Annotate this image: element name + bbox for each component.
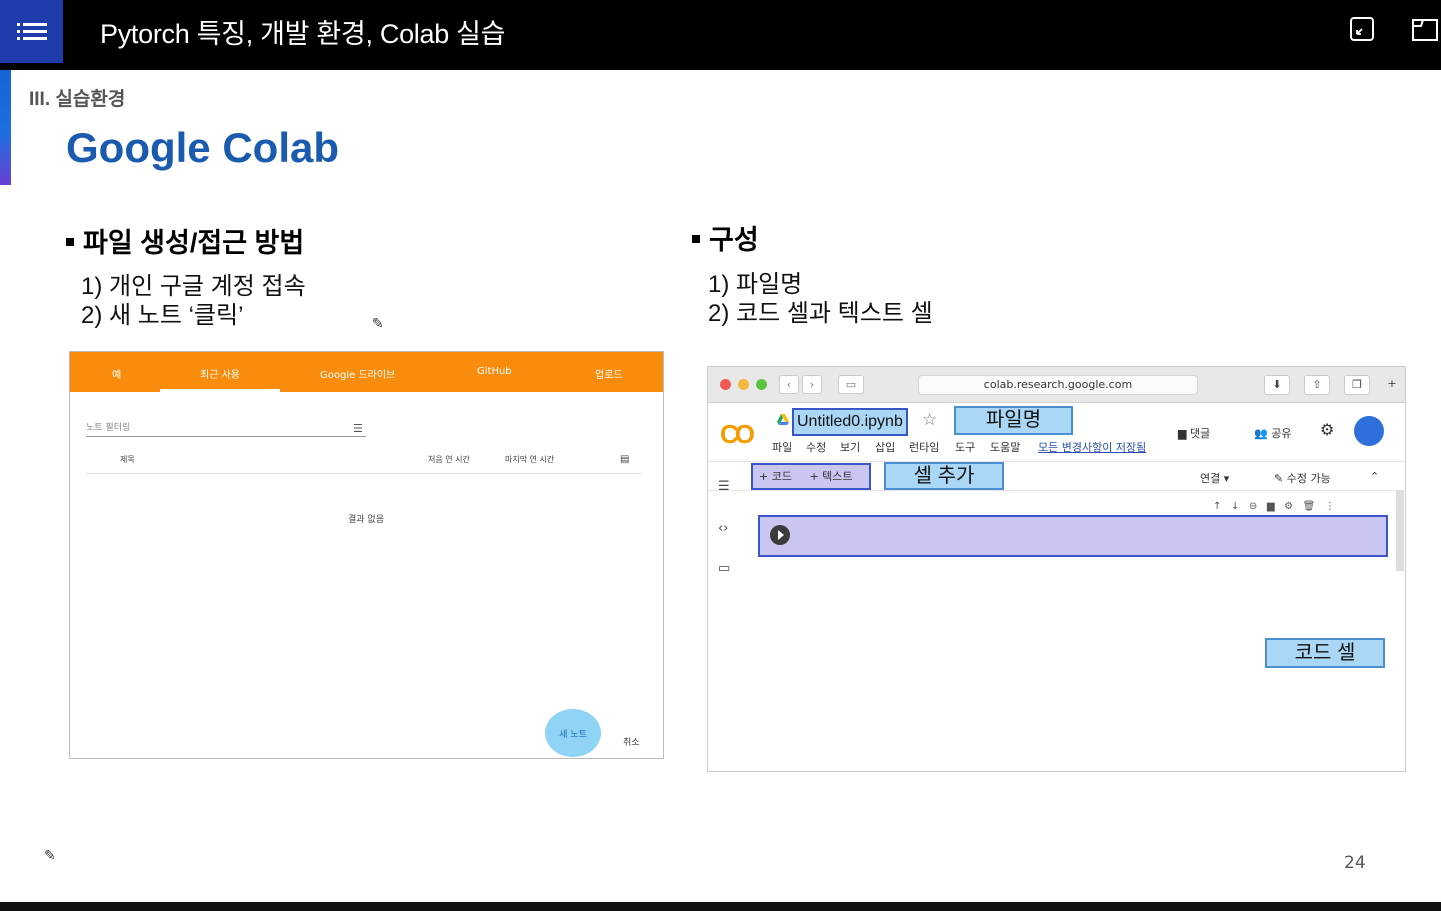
connect-button[interactable]: 연결 ▾: [1200, 470, 1229, 486]
filter-icon[interactable]: ☰: [353, 422, 363, 435]
more-icon[interactable]: ⋮: [1325, 501, 1335, 512]
forward-button[interactable]: ›: [802, 375, 822, 394]
avatar[interactable]: [1354, 416, 1384, 446]
list-menu-button[interactable]: [0, 0, 63, 63]
editable-toggle[interactable]: ✎ 수정 가능: [1274, 470, 1331, 486]
left-heading: 파일 생성/접근 방법: [66, 221, 304, 260]
accent-bar: [0, 70, 11, 185]
right-heading: 구성: [692, 218, 759, 257]
scrollbar[interactable]: [1396, 491, 1404, 571]
back-button[interactable]: ‹: [779, 375, 799, 394]
presentation-title: Pytorch 특징, 개발 환경, Colab 실습: [100, 19, 506, 49]
list-icon: [16, 22, 47, 40]
bullet-square-icon: [692, 234, 700, 243]
trash-icon[interactable]: 🗑: [1303, 501, 1316, 512]
add-cell-buttons: + 코드 + 텍스트: [751, 463, 871, 490]
dialog-tabs: 예 최근 사용 Google 드라이브 GitHub 업로드: [70, 352, 663, 392]
section-label: III. 실습환경: [29, 89, 126, 110]
sort-icon[interactable]: ▤: [620, 454, 629, 465]
pencil-icon[interactable]: ✎: [372, 316, 384, 332]
slide-title: Google Colab: [66, 124, 339, 171]
comment-icon: ▆: [1178, 427, 1190, 440]
new-tab-icon[interactable]: +: [1380, 375, 1404, 395]
add-code-button[interactable]: + 코드: [759, 470, 792, 483]
tab-github[interactable]: GitHub: [477, 366, 512, 377]
open-external-button[interactable]: [1411, 16, 1438, 42]
new-note-button[interactable]: 새 노트: [545, 709, 601, 757]
fullscreen-button[interactable]: [1349, 16, 1375, 42]
callout-add-cell: 셀 추가: [884, 462, 1004, 490]
divider: [86, 473, 641, 474]
left-step-2: 2) 새 노트 ‘클릭’: [81, 302, 244, 329]
callout-filename: 파일명: [954, 406, 1073, 435]
slide: III. 실습환경 Google Colab 파일 생성/접근 방법 1) 개인…: [0, 70, 1441, 902]
colab-open-dialog: 예 최근 사용 Google 드라이브 GitHub 업로드 노트 필터링 ☰ …: [69, 351, 664, 759]
arrow-down-icon[interactable]: ↓: [1231, 501, 1239, 512]
star-icon[interactable]: ☆: [922, 410, 937, 430]
pencil-icon: ✎: [1274, 472, 1287, 485]
minimize-dot-icon: [738, 379, 749, 390]
people-icon: 👥: [1254, 427, 1272, 440]
tab-examples[interactable]: 예: [112, 366, 121, 381]
arrow-up-icon[interactable]: ↑: [1213, 501, 1221, 512]
comment-icon[interactable]: ▆: [1267, 501, 1275, 512]
caret-down-icon: ▾: [1223, 472, 1230, 485]
bullet-square-icon: [66, 237, 74, 246]
menu-help[interactable]: 도움말: [990, 439, 1020, 455]
code-cell[interactable]: [758, 515, 1388, 557]
column-last-opened: 마지막 연 시간: [505, 455, 555, 464]
tabs-icon[interactable]: ❐: [1344, 375, 1370, 395]
address-bar[interactable]: colab.research.google.com: [918, 375, 1198, 395]
fullscreen-icon: [1350, 17, 1374, 41]
cancel-button[interactable]: 취소: [623, 735, 640, 748]
callout-code-cell: 코드 셀: [1265, 638, 1385, 668]
pencil-icon[interactable]: ✎: [44, 848, 56, 864]
column-title: 제목: [120, 455, 135, 464]
toc-icon[interactable]: ☰: [718, 479, 730, 494]
right-step-2: 2) 코드 셀과 텍스트 셀: [708, 300, 933, 327]
link-icon[interactable]: ⊖: [1249, 501, 1257, 512]
folder-icon[interactable]: ▭: [718, 561, 730, 576]
zoom-dot-icon: [756, 379, 767, 390]
comment-button[interactable]: ▆ 댓글: [1178, 425, 1210, 441]
notebook-toolbar: + 코드 + 텍스트 셀 추가 연결 ▾ ✎ 수정 가능 ⌃: [708, 461, 1405, 491]
tab-recent[interactable]: 최근 사용: [200, 366, 240, 381]
menu-insert[interactable]: 삽입: [875, 439, 895, 455]
share-button[interactable]: 👥 공유: [1254, 425, 1291, 441]
presentation-header: Pytorch 특징, 개발 환경, Colab 실습: [0, 0, 1441, 70]
collapse-chevron-icon[interactable]: ⌃: [1370, 470, 1379, 483]
saved-status-link[interactable]: 모든 변경사항이 저장됨: [1038, 439, 1146, 455]
download-icon[interactable]: ⬇: [1264, 375, 1290, 395]
gear-icon[interactable]: ⚙: [1284, 501, 1293, 512]
open-external-icon: [1412, 19, 1438, 41]
column-first-opened: 처음 연 시간: [428, 455, 470, 464]
menu-runtime[interactable]: 런타임: [909, 439, 939, 455]
add-text-button[interactable]: + 텍스트: [809, 470, 852, 483]
active-tab-indicator: [160, 389, 280, 392]
empty-results-text: 결과 없음: [348, 515, 384, 525]
notebook-filename[interactable]: Untitled0.ipynb: [792, 408, 908, 436]
share-icon[interactable]: ⇧: [1304, 375, 1330, 395]
settings-gear-icon[interactable]: ⚙: [1320, 420, 1334, 439]
tab-upload[interactable]: 업로드: [595, 366, 623, 381]
tab-google-drive[interactable]: Google 드라이브: [320, 366, 395, 381]
colab-logo: CO: [720, 419, 755, 449]
code-snippets-icon[interactable]: ‹›: [718, 521, 728, 536]
run-cell-button[interactable]: [770, 525, 790, 545]
page-number: 24: [1344, 853, 1366, 873]
bottom-strip: [0, 902, 1441, 911]
menu-file[interactable]: 파일: [772, 439, 792, 455]
filter-input[interactable]: 노트 필터링: [86, 420, 366, 437]
close-dot-icon: [720, 379, 731, 390]
menu-tools[interactable]: 도구: [955, 439, 975, 455]
google-drive-icon: [777, 414, 789, 425]
browser-toolbar: ‹ › ▭ colab.research.google.com ⬇ ⇧ ❐ +: [708, 367, 1405, 403]
sidebar-toggle-icon[interactable]: ▭: [838, 375, 864, 394]
menu-view[interactable]: 보기: [840, 439, 860, 455]
menu-edit[interactable]: 수정: [806, 439, 826, 455]
colab-notebook-screenshot: ‹ › ▭ colab.research.google.com ⬇ ⇧ ❐ + …: [707, 366, 1406, 772]
